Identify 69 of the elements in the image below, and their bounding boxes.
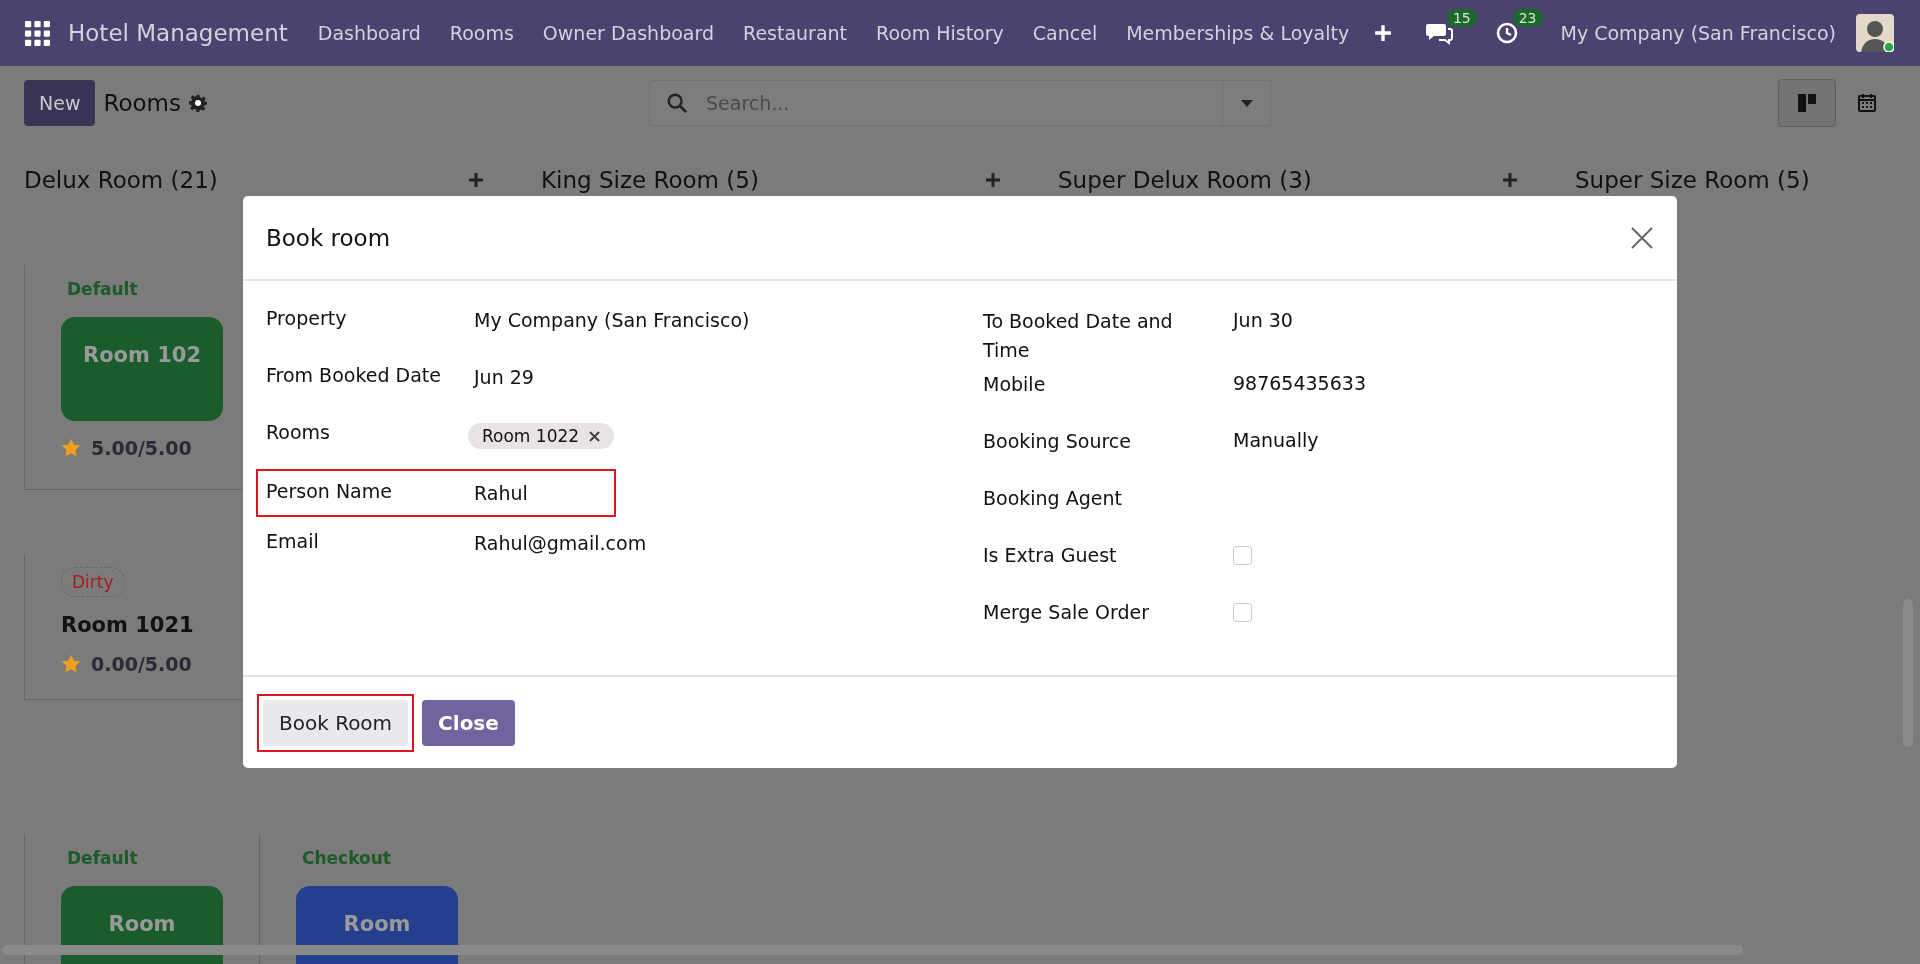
- clock-icon[interactable]: [1494, 21, 1519, 45]
- menu-item[interactable]: Cancel: [1032, 22, 1098, 44]
- user-avatar[interactable]: [1856, 14, 1894, 52]
- rating-text: 0.00/5.00: [91, 653, 192, 675]
- chat-icon[interactable]: [1424, 21, 1453, 45]
- checkbox[interactable]: [1233, 602, 1252, 622]
- menu-item[interactable]: Memberships & Loyalty: [1126, 22, 1350, 44]
- book-button[interactable]: Book Room: [263, 699, 409, 746]
- field-value: Rahul: [474, 482, 528, 504]
- field-value: My Company (San Francisco): [474, 309, 750, 331]
- field-value: Jun 29: [474, 366, 534, 388]
- horizontal-scrollbar[interactable]: [0, 944, 1745, 956]
- close-button[interactable]: Close: [422, 699, 515, 746]
- column-title: Delux Room (21): [24, 167, 218, 193]
- field-label: To Booked Date and Time: [983, 309, 1174, 364]
- room-tile: Room 102: [61, 317, 223, 421]
- room-card[interactable]: Default Room 102 5.00/5.00: [24, 265, 249, 490]
- field-label: Merge Sale Order: [983, 599, 1151, 625]
- field-label: Property: [266, 306, 348, 329]
- menu-item[interactable]: Rooms: [449, 22, 514, 44]
- field-label: Person Name: [266, 479, 393, 502]
- dropdown-toggle[interactable]: [1223, 80, 1271, 126]
- search-icon: [666, 92, 688, 114]
- column-title: Super Delux Room (3): [1058, 167, 1312, 193]
- status-label: Checkout: [301, 847, 392, 870]
- room-name: Room 1021: [61, 613, 194, 637]
- count-badge: 23: [1512, 9, 1543, 27]
- field-label: Mobile: [983, 371, 1047, 397]
- menu-item[interactable]: Dashboard: [317, 22, 421, 44]
- menu-item[interactable]: Room History: [876, 22, 1004, 44]
- column-title: Super Size Room (5): [1575, 167, 1810, 193]
- calendar-icon: [1857, 93, 1877, 113]
- plus-icon[interactable]: [985, 172, 1001, 188]
- apps-menu-icon[interactable]: [25, 20, 50, 46]
- settings-icon[interactable]: [188, 94, 207, 112]
- checkbox[interactable]: [1233, 545, 1252, 565]
- field-value: Jun 30: [1233, 309, 1293, 331]
- company-switcher[interactable]: My Company (San Francisco): [1560, 22, 1836, 44]
- plus-icon[interactable]: [468, 172, 484, 188]
- kanban-icon: [1797, 93, 1817, 113]
- menu-item[interactable]: Restaurant: [743, 22, 848, 44]
- field-label: Booking Agent: [983, 485, 1123, 511]
- app-title[interactable]: Hotel Management: [68, 20, 288, 46]
- caret-icon: [1239, 98, 1254, 108]
- field-label: Rooms: [266, 420, 331, 443]
- count-badge: 15: [1446, 9, 1477, 27]
- star-icon: [61, 438, 81, 458]
- status-label: Default: [66, 278, 139, 301]
- status-label: Default: [66, 847, 139, 870]
- field-label: Booking Source: [983, 428, 1132, 454]
- close-icon[interactable]: [1630, 225, 1654, 250]
- field-label: From Booked Date: [266, 363, 442, 386]
- column-title: King Size Room (5): [541, 167, 759, 193]
- menu-item[interactable]: Owner Dashboard: [542, 22, 715, 44]
- tag-label: Room 1022: [482, 426, 580, 446]
- view-switch-button[interactable]: [1778, 79, 1836, 127]
- field-value: Rahul@gmail.com: [474, 532, 647, 554]
- dialog-title: Book room: [266, 224, 391, 251]
- page-title: Rooms: [103, 90, 181, 116]
- field-label: Is Extra Guest: [983, 542, 1118, 568]
- field-value: 98765435633: [1233, 371, 1366, 394]
- field-value: Manually: [1233, 428, 1319, 451]
- plus-icon[interactable]: [1502, 172, 1518, 188]
- tag[interactable]: Room 1022: [468, 423, 615, 449]
- field-label: Email: [266, 529, 320, 552]
- rating-text: 5.00/5.00: [91, 437, 192, 459]
- remove-icon[interactable]: [589, 430, 601, 442]
- star-icon: [61, 654, 81, 674]
- new-button[interactable]: New: [24, 80, 96, 126]
